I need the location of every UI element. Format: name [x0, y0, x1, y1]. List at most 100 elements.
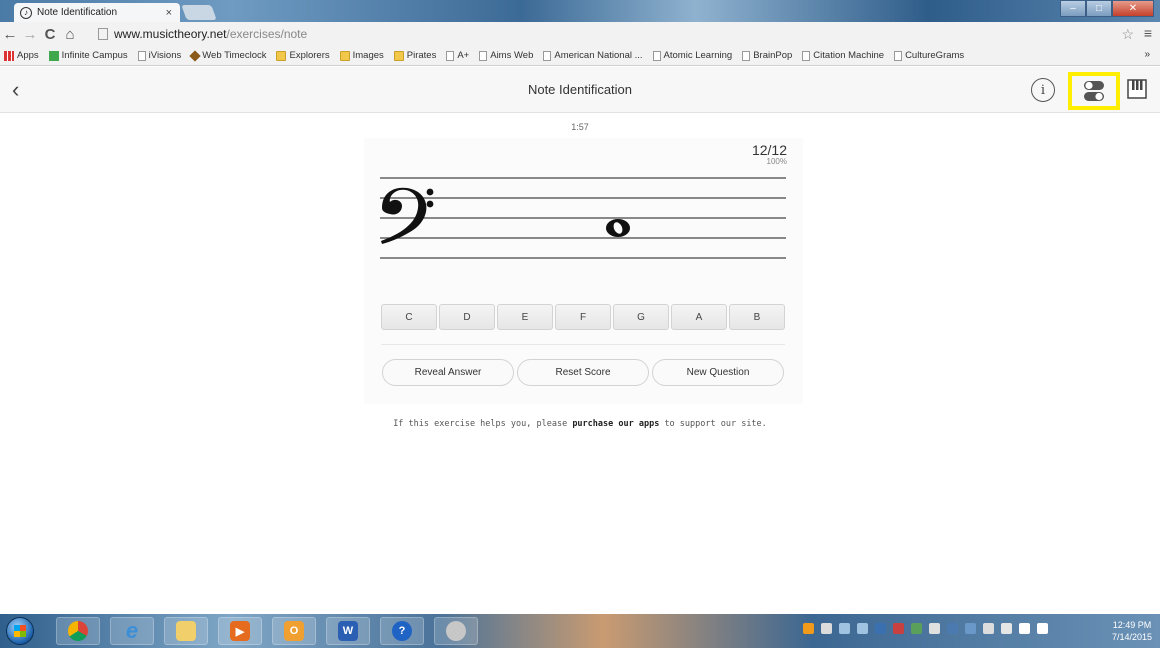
- bookmark-star-icon[interactable]: ☆: [1121, 26, 1134, 43]
- info-icon[interactable]: i: [1031, 78, 1055, 102]
- note-answer-buttons: CDEFGAB: [381, 304, 785, 330]
- bookmark-label: CultureGrams: [905, 50, 965, 61]
- tab-title: Note Identification: [37, 7, 118, 18]
- bookmark-item[interactable]: A+: [446, 50, 469, 61]
- window-close-button[interactable]: ✕: [1112, 0, 1154, 17]
- minimize-button[interactable]: –: [1060, 0, 1086, 17]
- tray-icon[interactable]: [875, 623, 886, 634]
- tray-icon[interactable]: [911, 623, 922, 634]
- volume-icon[interactable]: [1019, 623, 1030, 634]
- score-value: 12/12: [751, 142, 787, 158]
- purchase-apps-link[interactable]: purchase our apps: [572, 419, 659, 429]
- tray-icon[interactable]: [929, 623, 940, 634]
- bookmark-item[interactable]: Explorers: [276, 50, 330, 61]
- back-arrow-icon[interactable]: ←: [0, 26, 20, 43]
- tab-close-icon[interactable]: ×: [166, 7, 172, 19]
- bookmark-label: BrainPop: [753, 50, 793, 61]
- chrome-icon: [68, 621, 88, 641]
- bookmark-label: Web Timeclock: [202, 50, 267, 61]
- taskbar-paint[interactable]: [434, 617, 478, 645]
- tray-icon[interactable]: [1001, 623, 1012, 634]
- start-button[interactable]: [6, 617, 34, 645]
- forward-arrow-icon[interactable]: →: [20, 26, 40, 43]
- note-button-d[interactable]: D: [439, 304, 495, 330]
- folder-icon: [276, 50, 287, 61]
- timer: 1:57: [571, 122, 589, 132]
- note-button-b[interactable]: B: [729, 304, 785, 330]
- settings-toggle-button[interactable]: [1068, 72, 1120, 110]
- paint-palette-icon: [446, 621, 466, 641]
- tray-icon[interactable]: [983, 623, 994, 634]
- window-controls: – □ ✕: [1060, 0, 1154, 17]
- tray-icon[interactable]: [857, 623, 868, 634]
- staff-lines: [380, 177, 786, 259]
- app-header: ‹ Note Identification i: [0, 67, 1160, 113]
- new-tab-button[interactable]: [181, 5, 217, 20]
- tray-icon[interactable]: [893, 623, 904, 634]
- home-icon[interactable]: ⌂: [60, 26, 80, 43]
- note-button-c[interactable]: C: [381, 304, 437, 330]
- taskbar-outlook[interactable]: O: [272, 617, 316, 645]
- bookmark-label: Apps: [17, 50, 39, 61]
- system-tray: [803, 623, 1055, 634]
- bookmark-item[interactable]: Images: [339, 50, 384, 61]
- taskbar-file-explorer[interactable]: [164, 617, 208, 645]
- tray-icon[interactable]: [947, 623, 958, 634]
- note-button-g[interactable]: G: [613, 304, 669, 330]
- chrome-menu-icon[interactable]: ≡: [1144, 25, 1152, 41]
- browser-toolbar: ← → C ⌂ www.musictheory.net/exercises/no…: [0, 22, 1160, 46]
- bookmark-label: Images: [352, 50, 384, 61]
- bookmark-item[interactable]: Aims Web: [479, 50, 533, 61]
- tray-icon[interactable]: [965, 623, 976, 634]
- clock-time: 12:49 PM: [1112, 620, 1152, 630]
- network-signal-icon[interactable]: [1037, 623, 1048, 634]
- reset-score-button[interactable]: Reset Score: [517, 359, 649, 386]
- bookmark-item[interactable]: American National ...: [543, 50, 643, 61]
- system-clock[interactable]: 12:49 PM 7/14/2015: [1112, 619, 1152, 643]
- bookmark-item[interactable]: Infinite Campus: [48, 50, 128, 61]
- taskbar-chrome[interactable]: [56, 617, 100, 645]
- reveal-answer-button[interactable]: Reveal Answer: [382, 359, 514, 386]
- bookmark-item[interactable]: BrainPop: [742, 50, 792, 61]
- bass-clef-icon: [381, 187, 434, 244]
- action-buttons: Reveal Answer Reset Score New Question: [382, 359, 784, 386]
- taskbar-media-player[interactable]: ▶: [218, 617, 262, 645]
- url-host: www.musictheory.net: [114, 27, 227, 41]
- bookmark-label: Citation Machine: [813, 50, 885, 61]
- score-display: 12/12 100%: [752, 143, 787, 167]
- folder-icon: [393, 50, 404, 61]
- note-button-e[interactable]: E: [497, 304, 553, 330]
- taskbar-help[interactable]: ?: [380, 617, 424, 645]
- page-icon: [98, 28, 108, 40]
- support-note-suffix: to support our site.: [664, 419, 767, 429]
- bookmark-item[interactable]: Web Timeclock: [189, 49, 267, 62]
- piano-keyboard-icon[interactable]: [1127, 79, 1147, 99]
- apps-grid-icon: [4, 50, 14, 61]
- outlook-icon: O: [284, 621, 304, 641]
- maximize-button[interactable]: □: [1086, 0, 1112, 17]
- bookmark-item[interactable]: Atomic Learning: [652, 50, 732, 61]
- reload-icon[interactable]: C: [40, 26, 60, 43]
- browser-tab[interactable]: ♪ Note Identification ×: [14, 3, 180, 22]
- page-icon: [894, 50, 903, 61]
- word-icon: W: [338, 621, 358, 641]
- bookmark-item[interactable]: Citation Machine: [802, 50, 884, 61]
- tray-app-icon[interactable]: [803, 623, 814, 634]
- bookmark-item[interactable]: CultureGrams: [894, 50, 964, 61]
- bookmark-label: Infinite Campus: [61, 50, 128, 61]
- bookmarks-overflow-icon[interactable]: »: [1144, 49, 1150, 60]
- bookmark-item[interactable]: Apps: [4, 50, 39, 61]
- address-bar[interactable]: www.musictheory.net/exercises/note: [98, 25, 1108, 43]
- taskbar-internet-explorer[interactable]: e: [110, 617, 154, 645]
- tray-icon[interactable]: [839, 623, 850, 634]
- flag-icon[interactable]: [821, 623, 832, 634]
- note-button-f[interactable]: F: [555, 304, 611, 330]
- media-player-icon: ▶: [230, 621, 250, 641]
- note-button-a[interactable]: A: [671, 304, 727, 330]
- url-path: /exercises/note: [226, 27, 308, 41]
- folder-icon: [339, 50, 350, 61]
- bookmark-item[interactable]: Pirates: [393, 50, 436, 61]
- bookmark-item[interactable]: iVisions: [137, 50, 181, 61]
- taskbar-word[interactable]: W: [326, 617, 370, 645]
- new-question-button[interactable]: New Question: [652, 359, 784, 386]
